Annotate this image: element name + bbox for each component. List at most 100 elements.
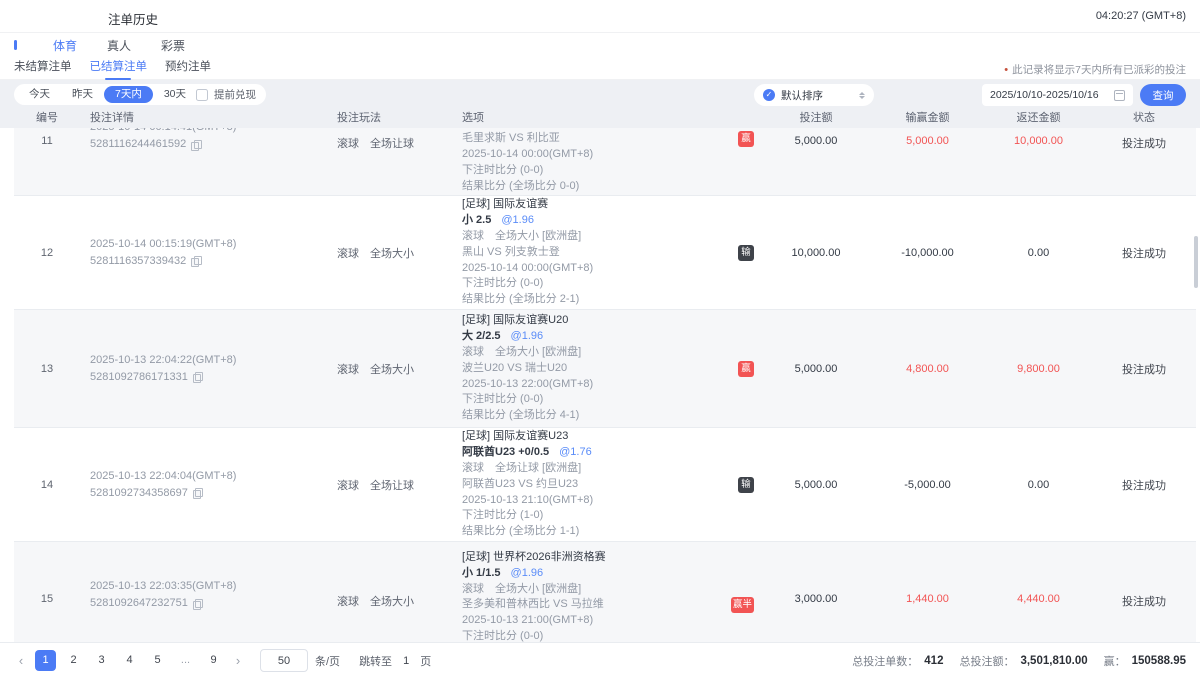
- copy-icon[interactable]: [193, 372, 202, 382]
- sort-select[interactable]: ✓ 默认排序: [754, 84, 874, 106]
- match-time: 2025-10-14 00:00(GMT+8): [462, 261, 754, 277]
- chevron-right-icon[interactable]: ›: [231, 653, 245, 668]
- bet-amount: 10,000.00: [792, 247, 841, 259]
- subtab-settled[interactable]: 已结算注单: [90, 57, 148, 80]
- chevron-left-icon[interactable]: ‹: [14, 653, 28, 668]
- pagination: ‹ 1 2 3 4 5 ... 9 › 条/页 跳转至 1 页: [14, 643, 431, 677]
- jump-page-input[interactable]: 1: [399, 655, 413, 667]
- refund-amount: 0.00: [1028, 247, 1049, 259]
- subtab-unsettled[interactable]: 未结算注单: [14, 57, 72, 80]
- jump-to-label: 跳转至: [359, 653, 392, 669]
- total-amount-label: 总投注额：: [959, 653, 1014, 669]
- early-cashout-filter[interactable]: 提前兑现: [186, 84, 266, 105]
- bet-amount: 5,000.00: [795, 479, 838, 491]
- bet-status: 投注成功: [1122, 593, 1166, 609]
- sort-selected-value: 默认排序: [781, 88, 853, 103]
- page-2[interactable]: 2: [63, 650, 84, 671]
- row-no: 13: [41, 363, 53, 375]
- match-teams: 波兰U20 VS 瑞士U20: [462, 361, 567, 377]
- search-button[interactable]: 查询: [1140, 84, 1186, 106]
- table-row: 11 2025-10-14 00:14:41(GMT+8) 5281116244…: [14, 128, 1196, 196]
- sub-tabs-bar: 未结算注单 已结算注单 预约注单 •此记录将显示7天内所有已派彩的投注: [0, 57, 1200, 80]
- row-no: 12: [41, 247, 53, 259]
- match-teams: 阿联酋U23 VS 约旦U23: [462, 477, 578, 493]
- winloss-amount: 5,000.00: [906, 135, 949, 147]
- score-at-bet: 下注时比分 (0-0): [462, 392, 754, 408]
- score-result: 结果比分 (全场比分 1-1): [462, 524, 754, 540]
- early-cashout-checkbox[interactable]: [196, 89, 208, 101]
- page-5[interactable]: 5: [147, 650, 168, 671]
- page-4[interactable]: 4: [119, 650, 140, 671]
- odds: @1.96: [511, 329, 544, 345]
- score-result: 结果比分 (全场比分 0-0): [462, 179, 754, 195]
- page-3[interactable]: 3: [91, 650, 112, 671]
- col-bet-amount: 投注额: [762, 106, 870, 128]
- match-time: 2025-10-13 22:00(GMT+8): [462, 377, 754, 393]
- market: 滚球 全场让球 [欧洲盘]: [462, 461, 754, 477]
- page-size-input[interactable]: [260, 649, 308, 672]
- tab-lottery[interactable]: 彩票: [161, 37, 185, 54]
- refund-amount: 4,440.00: [1017, 593, 1060, 605]
- footer-bar: ‹ 1 2 3 4 5 ... 9 › 条/页 跳转至 1 页 总投注单数： 4…: [0, 642, 1200, 677]
- order-number: 5281092734358697: [90, 485, 188, 502]
- per-page-label: 条/页: [315, 653, 340, 669]
- odds: @1.96: [501, 213, 534, 229]
- winloss-amount: -10,000.00: [901, 247, 954, 259]
- page-1[interactable]: 1: [35, 650, 56, 671]
- page-unit-label: 页: [420, 653, 431, 669]
- order-number: 5281092786171331: [90, 369, 188, 386]
- row-no: 11: [41, 135, 52, 147]
- copy-icon[interactable]: [191, 256, 200, 266]
- page-9[interactable]: 9: [203, 650, 224, 671]
- early-cashout-label: 提前兑现: [214, 87, 256, 102]
- league-name: [足球] 国际友谊赛U23: [462, 429, 754, 445]
- result-badge: 输: [738, 245, 754, 261]
- bet-status: 投注成功: [1122, 245, 1166, 261]
- score-at-bet: 下注时比分 (1-0): [462, 508, 754, 524]
- market: 滚球 全场大小 [欧洲盘]: [462, 229, 754, 245]
- tab-live[interactable]: 真人: [107, 37, 131, 54]
- col-selection: 选项: [457, 106, 762, 128]
- range-7days[interactable]: 7天内: [104, 86, 153, 103]
- bet-amount: 5,000.00: [795, 363, 838, 375]
- vertical-scrollbar[interactable]: [1194, 236, 1198, 288]
- winloss-amount: -5,000.00: [904, 479, 950, 491]
- result-badge: 赢半: [731, 597, 754, 613]
- table-row: 14 2025-10-13 22:04:04(GMT+8) 5281092734…: [14, 428, 1196, 542]
- win-label: 赢：: [1104, 653, 1126, 669]
- league-name: [足球] 世界杯2026非洲资格赛: [462, 550, 754, 566]
- result-badge: 输: [738, 477, 754, 493]
- col-play: 投注玩法: [330, 106, 457, 128]
- bet-time: 2025-10-13 22:03:35(GMT+8): [90, 578, 236, 595]
- total-count-value: 412: [924, 655, 943, 667]
- match-time: 2025-10-13 21:00(GMT+8): [462, 613, 754, 629]
- page-ellipsis: ...: [175, 650, 196, 671]
- bet-time: 2025-10-13 22:04:04(GMT+8): [90, 468, 236, 485]
- bet-history-page: 注单历史 04:20:27 (GMT+8) 体育 真人 彩票 未结算注单 已结算…: [0, 0, 1200, 677]
- play-type: 滚球 全场大小: [337, 593, 414, 609]
- col-refund: 返还金额: [985, 106, 1092, 128]
- copy-icon[interactable]: [193, 599, 202, 609]
- score-at-bet: 下注时比分 (0-0): [462, 163, 754, 179]
- bet-time: 2025-10-14 00:15:19(GMT+8): [90, 236, 236, 253]
- match-time: 2025-10-14 00:00(GMT+8): [462, 147, 754, 163]
- score-at-bet: 下注时比分 (0-0): [462, 629, 754, 642]
- order-number: 5281116357339432: [90, 253, 186, 270]
- bet-status: 投注成功: [1122, 361, 1166, 377]
- copy-icon[interactable]: [193, 488, 202, 498]
- date-range-picker[interactable]: 2025/10/10-2025/10/16: [982, 84, 1133, 106]
- main-tabs-bar: 体育 真人 彩票: [0, 33, 1200, 57]
- tab-sports[interactable]: 体育: [53, 37, 77, 54]
- col-no: 编号: [14, 106, 80, 128]
- match-teams: 圣多美和普林西比 VS 马拉维: [462, 597, 604, 613]
- play-type: 滚球 全场大小: [337, 361, 414, 377]
- winloss-amount: 1,440.00: [906, 593, 949, 605]
- copy-icon[interactable]: [191, 140, 200, 150]
- range-today[interactable]: 今天: [18, 86, 61, 103]
- range-yesterday[interactable]: 昨天: [61, 86, 104, 103]
- subtab-reserved[interactable]: 预约注单: [165, 57, 211, 80]
- score-result: 结果比分 (全场比分 4-1): [462, 408, 754, 424]
- odds: @1.76: [559, 445, 592, 461]
- play-type: 滚球 全场大小: [337, 245, 414, 261]
- league-name: [足球] 国际友谊赛U20: [462, 313, 754, 329]
